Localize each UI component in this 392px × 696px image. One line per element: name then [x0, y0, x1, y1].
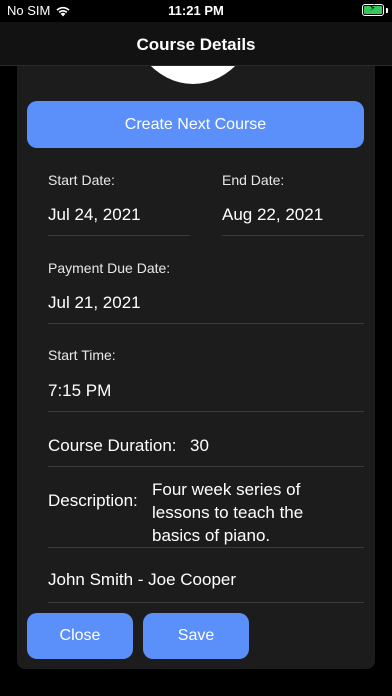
start-time-label: Start Time: [48, 347, 116, 363]
save-button[interactable]: Save [143, 613, 249, 659]
end-date-field[interactable]: Aug 22, 2021 [222, 205, 323, 225]
page-title: Course Details [136, 35, 256, 54]
description-divider [48, 547, 364, 548]
duration-divider [48, 466, 364, 467]
course-details-screen: No SIM 11:21 PM ⚡ Course Details Create … [0, 0, 392, 696]
duration-label: Course Duration: [48, 436, 177, 455]
navigation-bar: Course Details [0, 22, 392, 66]
start-time-divider [48, 411, 364, 412]
course-details-card: Create Next Course Start Date: Jul 24, 2… [17, 66, 375, 669]
participants-text: John Smith - Joe Cooper [48, 570, 237, 589]
payment-due-field[interactable]: Jul 21, 2021 [48, 293, 141, 313]
create-next-course-button[interactable]: Create Next Course [27, 101, 364, 148]
participants-divider [48, 602, 364, 603]
status-time: 11:21 PM [168, 3, 224, 18]
close-button[interactable]: Close [27, 613, 133, 659]
status-bar: No SIM 11:21 PM ⚡ [0, 0, 392, 22]
start-date-label: Start Date: [48, 172, 115, 188]
start-date-divider [48, 235, 190, 236]
duration-value: 30 [190, 436, 209, 455]
end-date-divider [222, 235, 364, 236]
bolt-icon: ⚡ [369, 3, 377, 14]
battery-nub [386, 8, 388, 13]
end-date-label: End Date: [222, 172, 285, 188]
course-image [125, 66, 261, 84]
description-text: Four week series of lessons to teach the… [152, 480, 304, 545]
battery-charging-icon: ⚡ [362, 3, 384, 16]
payment-due-label: Payment Due Date: [48, 260, 171, 276]
start-date-field[interactable]: Jul 24, 2021 [48, 205, 141, 225]
payment-due-divider [48, 323, 364, 324]
description-label: Description: [48, 491, 138, 510]
start-time-field[interactable]: 7:15 PM [48, 381, 111, 401]
